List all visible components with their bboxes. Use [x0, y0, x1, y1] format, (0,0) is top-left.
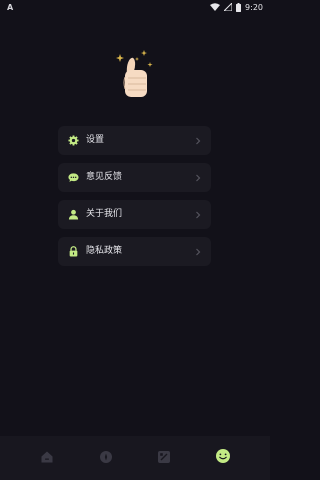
chevron-right-icon	[195, 248, 201, 256]
lock-icon	[68, 246, 79, 257]
nav-profile[interactable]	[213, 448, 233, 468]
menu-item-about[interactable]: 关于我们	[58, 200, 211, 229]
status-app-label: A	[7, 2, 14, 12]
thumbs-up-icon	[116, 50, 153, 97]
menu-item-settings[interactable]: 设置	[58, 126, 211, 155]
nav-home[interactable]	[37, 448, 57, 468]
menu-item-label: 意见反馈	[86, 172, 123, 182]
menu-item-feedback[interactable]: 意见反馈	[58, 163, 211, 192]
status-bar: A 9:20	[0, 0, 270, 14]
chevron-right-icon	[195, 211, 201, 219]
battery-icon	[236, 2, 242, 12]
status-indicators: 9:20	[210, 2, 263, 12]
menu-item-label: 设置	[86, 135, 105, 145]
menu-item-label: 隐私政策	[86, 246, 123, 256]
menu-item-label: 关于我们	[86, 209, 123, 219]
smile-icon	[215, 448, 231, 468]
gear-icon	[68, 135, 79, 146]
compass-icon	[99, 449, 113, 468]
tiles-icon	[157, 449, 171, 468]
chevron-right-icon	[195, 174, 201, 182]
bottom-nav	[0, 436, 270, 480]
nav-tiles[interactable]	[154, 448, 174, 468]
signal-icon	[224, 3, 233, 11]
chat-icon	[68, 172, 79, 183]
menu-item-privacy[interactable]: 隐私政策	[58, 237, 211, 266]
nav-discover[interactable]	[96, 448, 116, 468]
chevron-right-icon	[195, 137, 201, 145]
home-icon	[40, 449, 54, 468]
thumbs-up-illustration	[112, 49, 158, 101]
status-time: 9:20	[245, 2, 263, 12]
user-icon	[68, 209, 79, 220]
wifi-icon	[210, 3, 221, 11]
settings-menu: 设置 意见反馈 关于我们 隐私政策	[58, 126, 211, 274]
